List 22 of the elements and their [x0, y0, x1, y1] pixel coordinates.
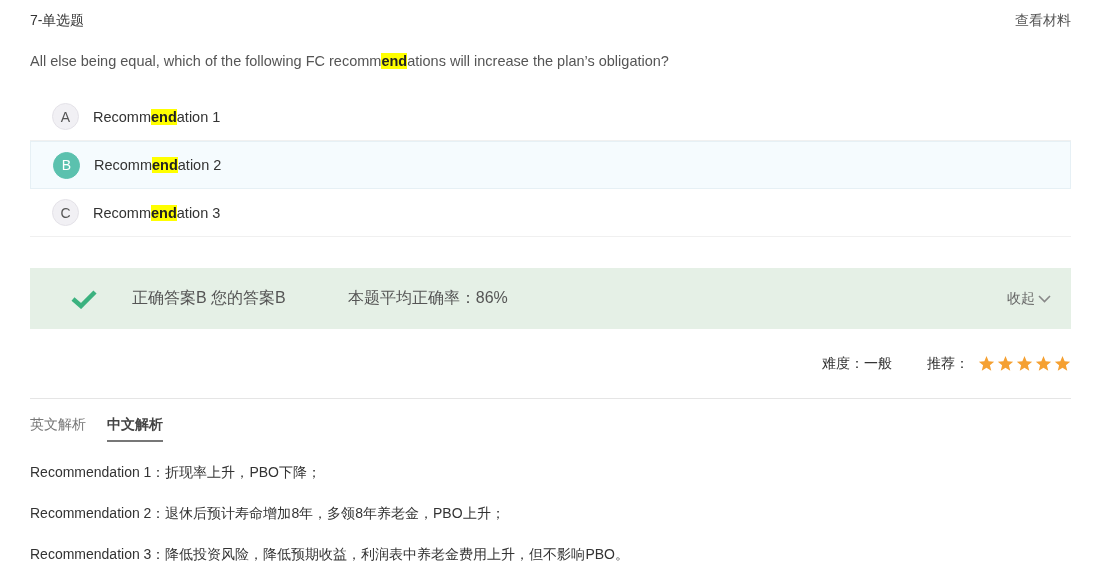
explanation-tab[interactable]: 英文解析	[30, 413, 86, 442]
option-letter: A	[52, 103, 79, 130]
explanation-text: Recommendation 1：折现率上升，PBO下降；	[30, 463, 322, 482]
option-letter: B	[53, 151, 80, 179]
recommend-label: 推荐：	[927, 354, 969, 373]
question-type-title: 7-单选题	[30, 12, 85, 30]
explanation-tab[interactable]: 中文解析	[107, 413, 163, 442]
view-material-link[interactable]: 查看材料	[1015, 12, 1071, 30]
collapse-button[interactable]: 收起	[1007, 289, 1051, 308]
explanation-text: Recommendation 3：降低投资风险，降低预期收益，利润表中养老金费用上升，但不影响PBO。	[30, 545, 630, 564]
difficulty-label: 难度：一般	[822, 354, 892, 373]
star-icon	[1035, 355, 1052, 372]
star-icon	[978, 355, 995, 372]
star-icon	[1016, 355, 1033, 372]
option-letter: C	[52, 199, 79, 226]
question-text: All else being equal, which of the following FC recommendations will increase the plan’s obligation?	[30, 52, 670, 71]
accuracy-text: 本题平均正确率：86%	[347, 288, 509, 308]
star-icon	[1054, 355, 1071, 372]
explanation-text: Recommendation 2：退休后预计寿命增加8年，多领8年养老金，PBO上升；	[30, 504, 506, 523]
answer-text: 正确答案B 您的答案B	[132, 288, 286, 308]
chevron-down-icon	[1038, 294, 1051, 303]
star-icon	[997, 355, 1014, 372]
